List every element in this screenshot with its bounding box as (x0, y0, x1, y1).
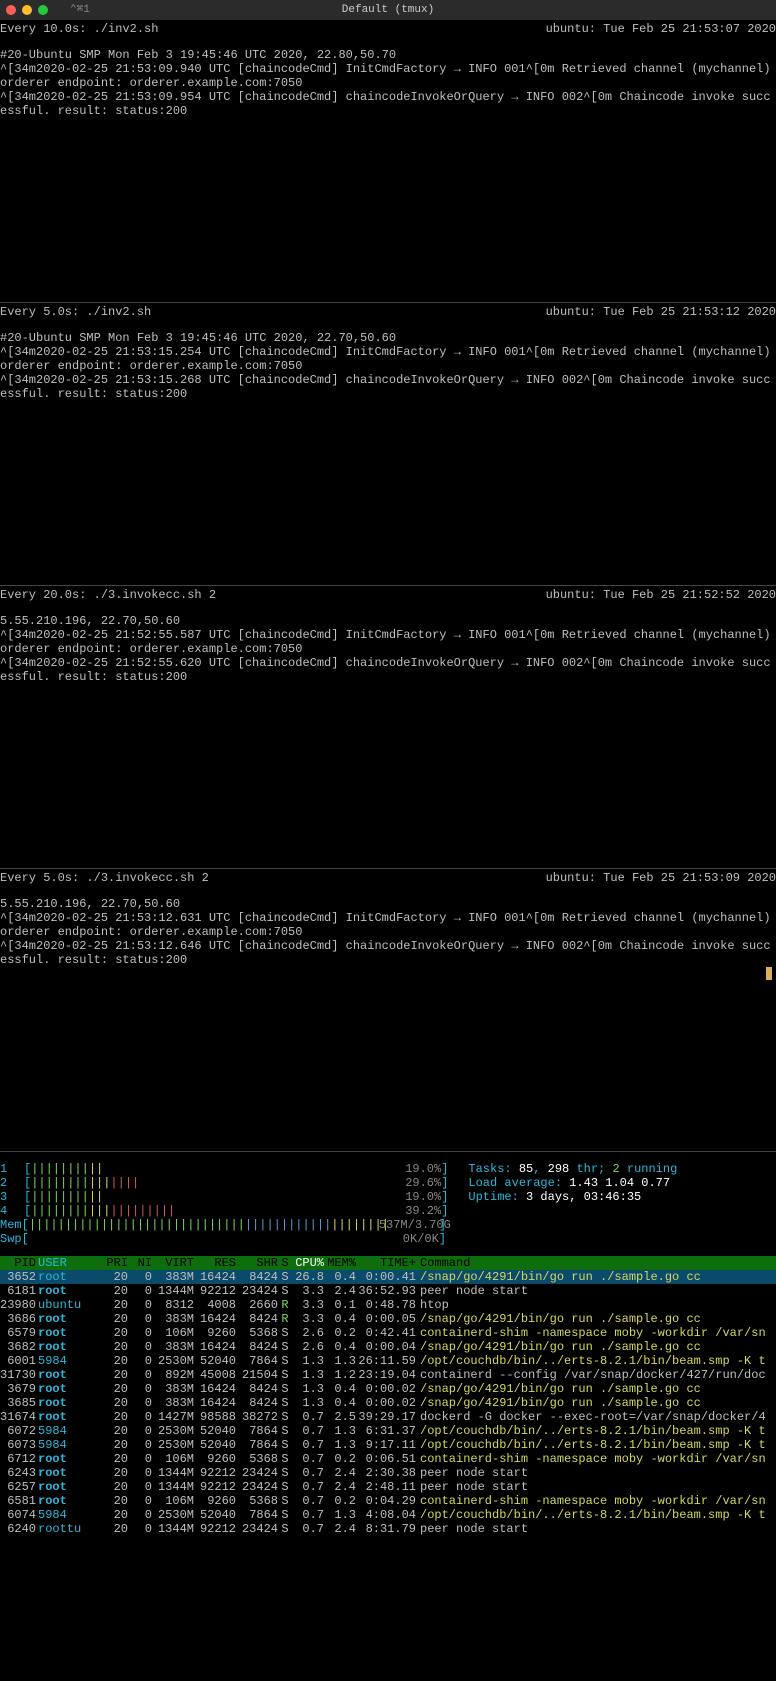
title-center: Default (tmux) (0, 3, 776, 17)
tmux-pane-2[interactable]: Every 20.0s: ./3.invokecc.sh 2 ubuntu: Tu… (0, 586, 776, 869)
proc-row[interactable]: 31674root2001427M9858838272S0.72.539:29.… (0, 1410, 776, 1424)
pane-output: #20-Ubuntu SMP Mon Feb 3 19:45:46 UTC 20… (0, 48, 776, 118)
cpu-bar-1: 1[||||||||||19.0%]Tasks: 85, 298 thr; 2 … (0, 1162, 776, 1176)
pane-output: 5.55.210.196, 22.70,50.60 ^[34m2020-02-2… (0, 614, 776, 684)
proc-row[interactable]: 3652root200383M164248424S26.80.40:00.41/… (0, 1270, 776, 1284)
proc-row[interactable]: 607459842002530M520407864S0.71.34:08.04/… (0, 1508, 776, 1522)
pane-cmd: Every 20.0s: ./3.invokecc.sh 2 (0, 588, 216, 602)
proc-row[interactable]: 3679root200383M164248424S1.30.40:00.02/s… (0, 1382, 776, 1396)
proc-row[interactable]: 6712root200106M92605368S0.70.20:06.51con… (0, 1452, 776, 1466)
title-bar: ⌃⌘1 Default (tmux) (0, 0, 776, 20)
pane-time: ubuntu: Tue Feb 25 21:52:52 2020 (546, 588, 776, 602)
cpu-bar-4: 4[||||||||||||||||||||39.2%] (0, 1204, 776, 1218)
pane-output: #20-Ubuntu SMP Mon Feb 3 19:45:46 UTC 20… (0, 331, 776, 401)
htop-header-row: PIDUSERPRINIVIRTRESSHRSCPU%MEM%TIME+Comm… (0, 1256, 776, 1270)
pane-cmd: Every 5.0s: ./inv2.sh (0, 305, 151, 319)
proc-row[interactable]: 23980ubuntu200831240082660R3.30.10:48.78… (0, 1298, 776, 1312)
pane-time: ubuntu: Tue Feb 25 21:53:12 2020 (546, 305, 776, 319)
proc-row[interactable]: 3686root200383M164248424R3.30.40:00.05/s… (0, 1312, 776, 1326)
pane-time: ubuntu: Tue Feb 25 21:53:07 2020 (546, 22, 776, 36)
swp-bar: Swp[0K/0K] (0, 1232, 776, 1246)
proc-row[interactable]: 6579root200106M92605368S2.60.20:42.41con… (0, 1326, 776, 1340)
proc-row[interactable]: 31730root200892M4500821504S1.31.223:19.0… (0, 1368, 776, 1382)
cursor-icon (766, 967, 772, 980)
tmux-pane-3[interactable]: Every 5.0s: ./3.invokecc.sh 2 ubuntu: Tue… (0, 869, 776, 1152)
pane-cmd: Every 10.0s: ./inv2.sh (0, 22, 158, 36)
proc-row[interactable]: 607259842002530M520407864S0.71.36:31.37/… (0, 1424, 776, 1438)
proc-row[interactable]: 6257root2001344M9221223424S0.72.42:48.11… (0, 1480, 776, 1494)
cpu-bar-2: 2[|||||||||||||||29.6%]Load average: 1.4… (0, 1176, 776, 1190)
proc-row[interactable]: 607359842002530M520407864S0.71.39:17.11/… (0, 1438, 776, 1452)
tmux-pane-1[interactable]: Every 5.0s: ./inv2.sh ubuntu: Tue Feb 25 … (0, 303, 776, 586)
proc-row[interactable]: 6181root2001344M9221223424S3.32.436:52.9… (0, 1284, 776, 1298)
mem-bar: Mem[||||||||||||||||||||||||||||||||||||… (0, 1218, 776, 1232)
proc-row[interactable]: 6240roottu2001344M9221223424S0.72.48:31.… (0, 1522, 776, 1536)
proc-row[interactable]: 3682root200383M164248424S2.60.40:00.04/s… (0, 1340, 776, 1354)
proc-row[interactable]: 600159842002530M520407864S1.31.326:11.59… (0, 1354, 776, 1368)
pane-time: ubuntu: Tue Feb 25 21:53:09 2020 (546, 871, 776, 885)
cpu-bar-3: 3[||||||||||19.0%]Uptime: 3 days, 03:46:… (0, 1190, 776, 1204)
proc-row[interactable]: 6243root2001344M9221223424S0.72.42:30.38… (0, 1466, 776, 1480)
pane-cmd: Every 5.0s: ./3.invokecc.sh 2 (0, 871, 209, 885)
htop-pane[interactable]: 1[||||||||||19.0%]Tasks: 85, 298 thr; 2 … (0, 1152, 776, 1536)
proc-row[interactable]: 6581root200106M92605368S0.70.20:04.29con… (0, 1494, 776, 1508)
proc-row[interactable]: 3685root200383M164248424S1.30.40:00.02/s… (0, 1396, 776, 1410)
pane-output: 5.55.210.196, 22.70,50.60 ^[34m2020-02-2… (0, 897, 776, 967)
tmux-pane-0[interactable]: Every 10.0s: ./inv2.sh ubuntu: Tue Feb 25… (0, 20, 776, 303)
